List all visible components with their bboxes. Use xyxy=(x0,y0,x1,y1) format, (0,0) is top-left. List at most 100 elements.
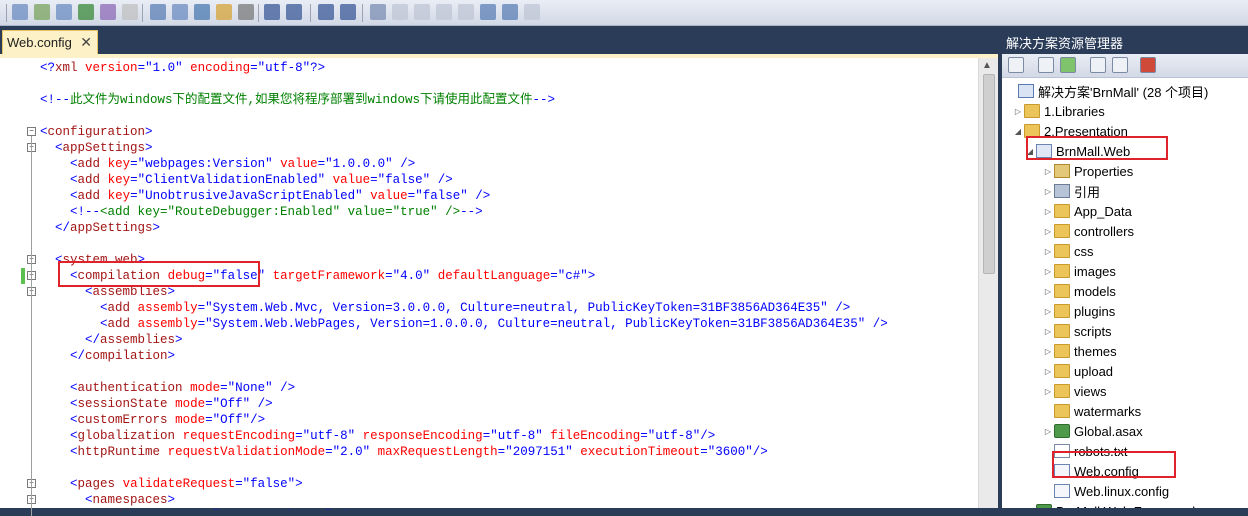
expand-arrow-icon[interactable]: ▷ xyxy=(1042,387,1054,396)
code-editor[interactable]: −−−−−−− <?xml version="1.0" encoding="ut… xyxy=(0,54,998,516)
class-diagram-icon[interactable] xyxy=(1140,57,1156,73)
expand-arrow-icon[interactable]: ▷ xyxy=(1042,227,1054,236)
toolbar-button-icon[interactable] xyxy=(56,4,72,20)
toolbar-button-icon[interactable] xyxy=(78,4,94,20)
refresh-icon[interactable] xyxy=(1060,57,1076,73)
tree-item[interactable]: watermarks xyxy=(1042,401,1141,421)
expand-arrow-icon[interactable]: ▷ xyxy=(1042,347,1054,356)
code-line[interactable]: <appSettings> xyxy=(40,140,976,156)
toolbar-separator xyxy=(362,4,363,22)
tree-item[interactable]: ▷ Global.asax xyxy=(1042,421,1143,441)
toolbar-button-icon[interactable] xyxy=(100,4,116,20)
tab-label: Web.config xyxy=(7,35,72,50)
tree-item[interactable]: ▷ Properties xyxy=(1042,161,1133,181)
tree-item[interactable]: ▷ views xyxy=(1042,381,1107,401)
toolbar-button-icon[interactable] xyxy=(122,4,138,20)
toolbar-button-icon[interactable] xyxy=(264,4,280,20)
toolbar-button-icon[interactable] xyxy=(392,4,408,20)
toolbar-button-icon[interactable] xyxy=(340,4,356,20)
code-line[interactable]: <add key="UnobtrusiveJavaScriptEnabled" … xyxy=(40,188,976,204)
tree-item[interactable]: ▷ upload xyxy=(1042,361,1113,381)
toolbar-button-icon[interactable] xyxy=(480,4,496,20)
toolbar-button-icon[interactable] xyxy=(458,4,474,20)
code-line[interactable]: <namespaces> xyxy=(40,492,976,508)
expand-arrow-icon[interactable]: ▷ xyxy=(1042,307,1054,316)
code-line[interactable]: </assemblies> xyxy=(40,332,976,348)
code-line[interactable]: <sessionState mode="Off" /> xyxy=(40,396,976,412)
code-line[interactable] xyxy=(40,236,976,252)
expand-arrow-icon[interactable]: ▷ xyxy=(1042,247,1054,256)
code-line[interactable]: <add key="ClientValidationEnabled" value… xyxy=(40,172,976,188)
toolbar-button-icon[interactable] xyxy=(12,4,28,20)
code-line[interactable]: </appSettings> xyxy=(40,220,976,236)
code-line[interactable]: <add key="webpages:Version" value="1.0.0… xyxy=(40,156,976,172)
tree-item[interactable]: Web.linux.config xyxy=(1042,481,1169,501)
code-line[interactable]: <globalization requestEncoding="utf-8" r… xyxy=(40,428,976,444)
show-all-files-icon[interactable] xyxy=(1038,57,1054,73)
tree-item[interactable]: ▷BrnMall.Web.Framework xyxy=(1024,501,1199,508)
toolbar-button-icon[interactable] xyxy=(286,4,302,20)
toolbar-button-icon[interactable] xyxy=(216,4,232,20)
toolbar-button-icon[interactable] xyxy=(370,4,386,20)
tree-item[interactable]: ▷ 1.Libraries xyxy=(1012,101,1105,121)
code-line[interactable] xyxy=(40,108,976,124)
tree-item[interactable]: ▷ images xyxy=(1042,261,1116,281)
tab-web-config[interactable]: Web.config ✕ xyxy=(2,30,98,54)
tree-item[interactable]: ▷ App_Data xyxy=(1042,201,1132,221)
code-line[interactable]: <?xml version="1.0" encoding="utf-8"?> xyxy=(40,60,976,76)
expand-arrow-icon[interactable]: ▷ xyxy=(1042,367,1054,376)
toolbar-button-icon[interactable] xyxy=(502,4,518,20)
expand-arrow-icon[interactable]: ◢ xyxy=(1012,127,1024,136)
code-line[interactable] xyxy=(40,364,976,380)
toolbar-button-icon[interactable] xyxy=(34,4,50,20)
code-line[interactable]: <httpRuntime requestValidationMode="2.0"… xyxy=(40,444,976,460)
tree-item[interactable]: ▷ models xyxy=(1042,281,1116,301)
toolbar-button-icon[interactable] xyxy=(238,4,254,20)
code-line[interactable]: </compilation> xyxy=(40,348,976,364)
code-line[interactable]: <!--<add key="RouteDebugger:Enabled" val… xyxy=(40,204,976,220)
expand-arrow-icon[interactable]: ▷ xyxy=(1042,427,1054,436)
expand-arrow-icon[interactable]: ▷ xyxy=(1042,267,1054,276)
toolbar-button-icon[interactable] xyxy=(150,4,166,20)
toolbar-button-icon[interactable] xyxy=(194,4,210,20)
code-line[interactable]: <configuration> xyxy=(40,124,976,140)
code-line[interactable]: <!--此文件为windows下的配置文件,如果您将程序部署到windows下请… xyxy=(40,92,976,108)
code-line[interactable]: <add assembly="System.Web.Mvc, Version=3… xyxy=(40,300,976,316)
toolbar-button-icon[interactable] xyxy=(318,4,334,20)
vertical-scrollbar[interactable]: ▲ xyxy=(978,58,998,508)
view-designer-icon[interactable] xyxy=(1112,57,1128,73)
expand-arrow-icon[interactable]: ▷ xyxy=(1012,107,1024,116)
tree-item[interactable]: ▷ 引用 xyxy=(1042,181,1100,201)
code-line[interactable]: <add assembly="System.Web.WebPages, Vers… xyxy=(40,316,976,332)
expand-arrow-icon[interactable]: ▷ xyxy=(1042,187,1054,196)
tree-item[interactable]: 解决方案'BrnMall' (28 个项目) xyxy=(1006,81,1208,101)
tree-item[interactable]: ▷ css xyxy=(1042,241,1094,261)
scroll-up-arrow-icon[interactable]: ▲ xyxy=(982,60,992,71)
code-line[interactable]: <pages validateRequest="false"> xyxy=(40,476,976,492)
fold-toggle-icon[interactable]: − xyxy=(27,127,36,136)
code-line[interactable] xyxy=(40,460,976,476)
toolbar-button-icon[interactable] xyxy=(436,4,452,20)
expand-arrow-icon[interactable]: ▷ xyxy=(1042,327,1054,336)
tree-item[interactable]: ▷ scripts xyxy=(1042,321,1112,341)
code-line[interactable]: <add namespace="System.Web.Mvc" /> xyxy=(40,508,976,510)
toolbar-button-icon[interactable] xyxy=(524,4,540,20)
close-icon[interactable]: ✕ xyxy=(80,34,92,51)
view-code-icon[interactable] xyxy=(1090,57,1106,73)
tree-item[interactable]: ▷ plugins xyxy=(1042,301,1115,321)
folder-icon xyxy=(1054,404,1070,418)
tree-item-label: 解决方案'BrnMall' (28 个项目) xyxy=(1038,84,1209,100)
properties-icon[interactable] xyxy=(1008,57,1024,73)
scrollbar-thumb[interactable] xyxy=(983,74,995,274)
code-line[interactable]: <customErrors mode="Off"/> xyxy=(40,412,976,428)
code-line[interactable] xyxy=(40,76,976,92)
toolbar-button-icon[interactable] xyxy=(414,4,430,20)
toolbar-button-icon[interactable] xyxy=(172,4,188,20)
code-line[interactable]: <authentication mode="None" /> xyxy=(40,380,976,396)
tree-item-label: Properties xyxy=(1074,163,1134,179)
tree-item[interactable]: ▷ themes xyxy=(1042,341,1117,361)
expand-arrow-icon[interactable]: ▷ xyxy=(1042,167,1054,176)
expand-arrow-icon[interactable]: ▷ xyxy=(1042,207,1054,216)
expand-arrow-icon[interactable]: ▷ xyxy=(1042,287,1054,296)
tree-item[interactable]: ▷ controllers xyxy=(1042,221,1134,241)
